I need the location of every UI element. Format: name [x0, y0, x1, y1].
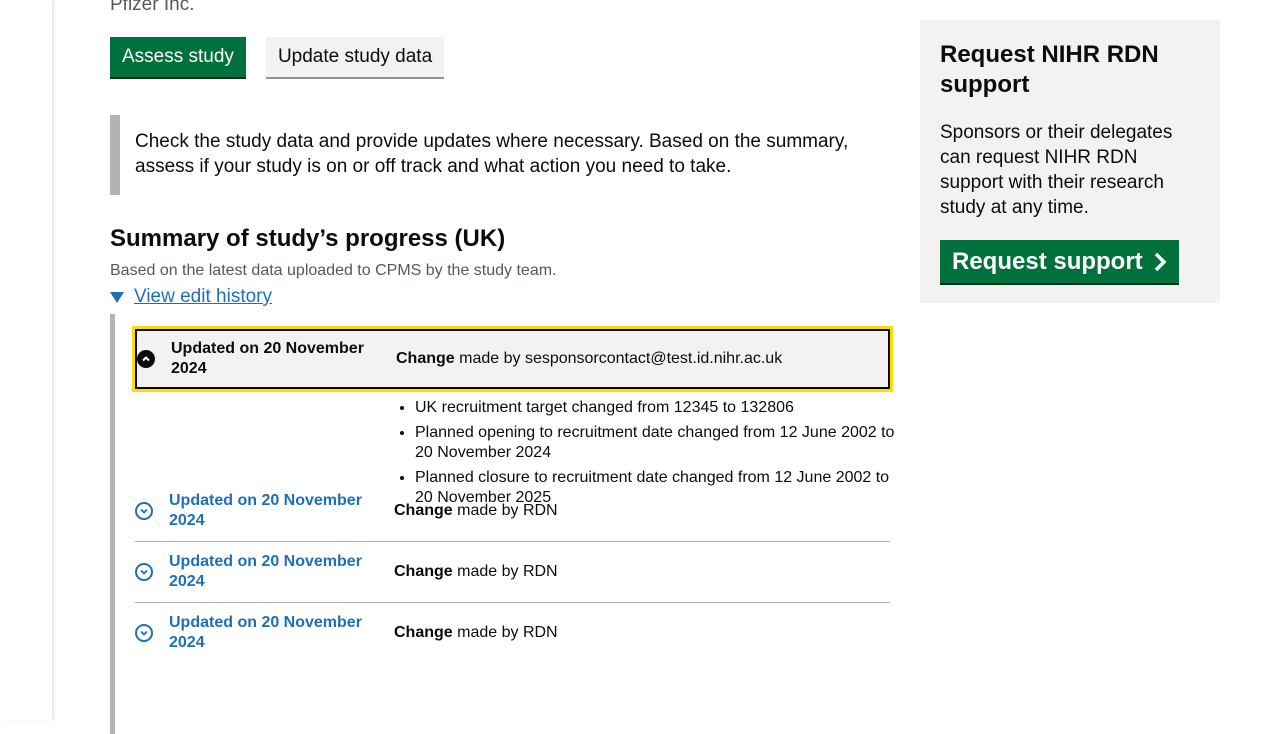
- chevron-down-circle-icon: [135, 623, 153, 642]
- change-made-by: made by RDN: [457, 562, 558, 580]
- chevron-down-circle-icon: [135, 562, 153, 581]
- inset-text: Check the study data and provide updates…: [110, 115, 860, 195]
- request-support-button[interactable]: Request support: [940, 240, 1179, 283]
- list-item: UK recruitment target changed from 12345…: [415, 398, 895, 418]
- history-row-toggle[interactable]: Updated on 20 November 2024 Change made …: [135, 602, 890, 663]
- history-row-date[interactable]: Updated on 20 November 2024: [169, 613, 379, 653]
- history-row-date[interactable]: Updated on 20 November 2024: [169, 552, 379, 592]
- edit-history: Updated on 20 November 2024 Change made …: [110, 314, 895, 734]
- change-label: Change: [394, 623, 453, 641]
- summary-title: Summary of study’s progress (UK): [110, 225, 506, 252]
- history-row-toggle[interactable]: Updated on 20 November 2024 Change made …: [135, 541, 890, 603]
- change-label: Change: [394, 501, 453, 519]
- change-label: Change: [396, 350, 455, 367]
- change-made-by: made by RDN: [457, 501, 558, 519]
- chevron-up-circle-icon: [137, 350, 155, 368]
- list-item: Planned opening to recruitment date chan…: [415, 423, 895, 463]
- sidebar-text: Sponsors or their delegates can request …: [940, 122, 1173, 218]
- action-buttons: Assess study Update study data: [110, 37, 445, 77]
- change-made-by: made by sesponsorcontact@test.id.nihr.ac…: [459, 350, 783, 367]
- page-left-edge: [0, 0, 53, 720]
- change-label: Change: [394, 562, 453, 580]
- history-row-date: Updated on 20 November 2024: [171, 340, 364, 377]
- view-edit-history-toggle[interactable]: View edit history: [110, 286, 272, 308]
- view-edit-history-link[interactable]: View edit history: [134, 286, 272, 308]
- update-study-data-button[interactable]: Update study data: [265, 37, 445, 77]
- request-support-panel: Request NIHR RDN support Sponsors or the…: [920, 20, 1220, 303]
- history-row-date[interactable]: Updated on 20 November 2024: [169, 491, 379, 531]
- history-row-change: Change made by RDN: [394, 502, 558, 520]
- chevron-right-icon: [1154, 252, 1167, 271]
- history-row-change: Change made by sesponsorcontact@test.id.…: [396, 350, 782, 368]
- history-row-change: Change made by RDN: [394, 563, 558, 581]
- change-made-by: made by RDN: [457, 623, 558, 641]
- request-support-label: Request support: [952, 247, 1143, 275]
- summary-hint: Based on the latest data uploaded to CPM…: [110, 262, 557, 279]
- triangle-down-icon: [110, 291, 124, 303]
- sponsor-name: Pfizer Inc.: [110, 0, 195, 15]
- history-row-change: Change made by RDN: [394, 624, 558, 642]
- assess-study-button[interactable]: Assess study: [110, 37, 246, 77]
- chevron-down-circle-icon: [135, 501, 153, 520]
- history-row-toggle[interactable]: Updated on 20 November 2024 Change made …: [132, 326, 893, 392]
- history-row-toggle[interactable]: Updated on 20 November 2024 Change made …: [135, 480, 890, 542]
- sidebar-title: Request NIHR RDN support: [940, 41, 1159, 98]
